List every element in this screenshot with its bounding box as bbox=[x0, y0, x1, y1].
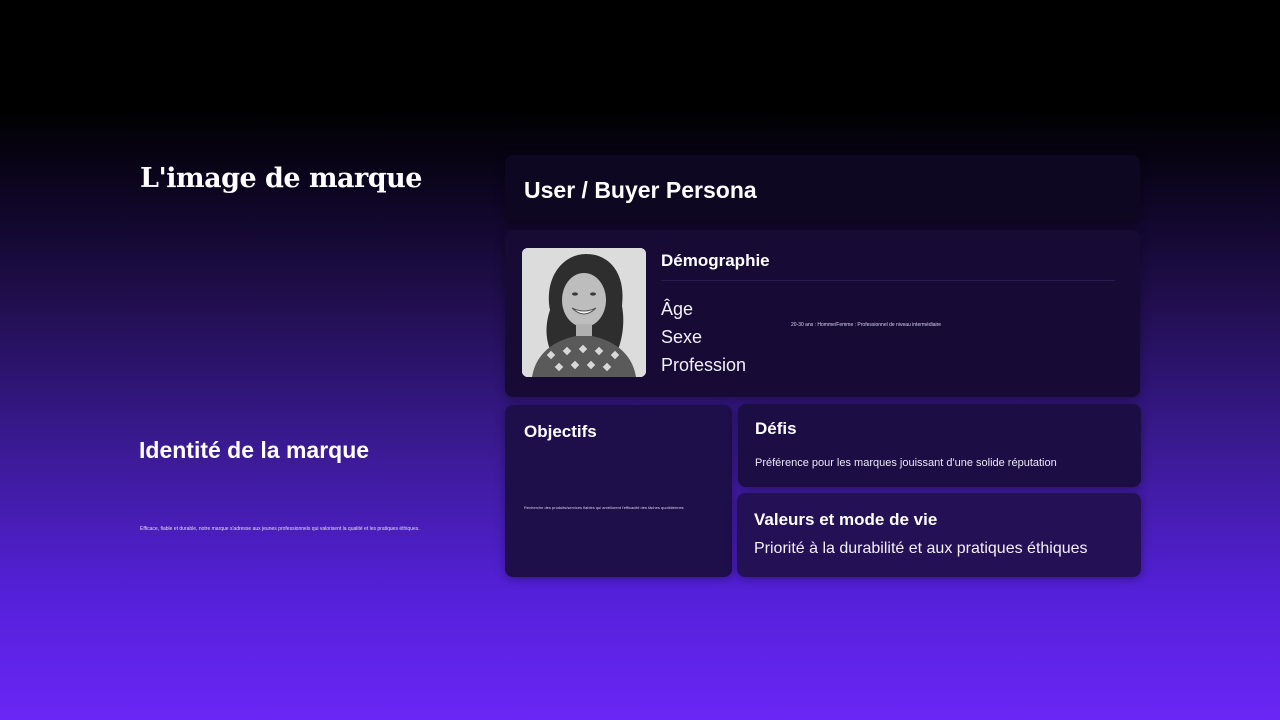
label-profession: Profession bbox=[661, 355, 747, 375]
objectives-title: Objectifs bbox=[524, 422, 597, 441]
challenges-title: Défis bbox=[755, 419, 797, 438]
objectives-text: Recherche des produits/services fiables … bbox=[524, 505, 684, 510]
label-age: Âge bbox=[661, 299, 694, 319]
persona-photo bbox=[522, 248, 646, 377]
brand-identity-text: Efficace, fiable et durable, notre marqu… bbox=[140, 526, 420, 532]
challenges-text: Préférence pour les marques jouissant d'… bbox=[755, 457, 1057, 469]
values-text: Priorité à la durabilité et aux pratique… bbox=[754, 540, 1088, 557]
brand-identity-title: Identité de la marque bbox=[139, 437, 370, 463]
demographics-card: Démographie Âge Sexe Profession 20-30 an… bbox=[505, 230, 1140, 397]
objectives-card: Objectifs Recherche des produits/service… bbox=[505, 405, 732, 577]
values-card: Valeurs et mode de vie Priorité à la dur… bbox=[737, 493, 1141, 577]
brand-image-title: L'image de marque bbox=[140, 163, 422, 194]
challenges-card: Défis Préférence pour les marques jouiss… bbox=[738, 404, 1141, 487]
demographics-title: Démographie bbox=[661, 251, 770, 270]
demographics-labels: Âge Sexe Profession bbox=[661, 295, 746, 379]
label-sex: Sexe bbox=[661, 327, 703, 347]
person-portrait-icon bbox=[522, 248, 646, 377]
persona-title: User / Buyer Persona bbox=[524, 177, 757, 203]
values-title: Valeurs et mode de vie bbox=[754, 510, 938, 529]
demographics-values: 20-30 ans : Homme/Femme : Professionnel … bbox=[791, 322, 942, 328]
demographics-divider bbox=[661, 280, 1115, 281]
persona-header-card: User / Buyer Persona bbox=[505, 155, 1140, 223]
